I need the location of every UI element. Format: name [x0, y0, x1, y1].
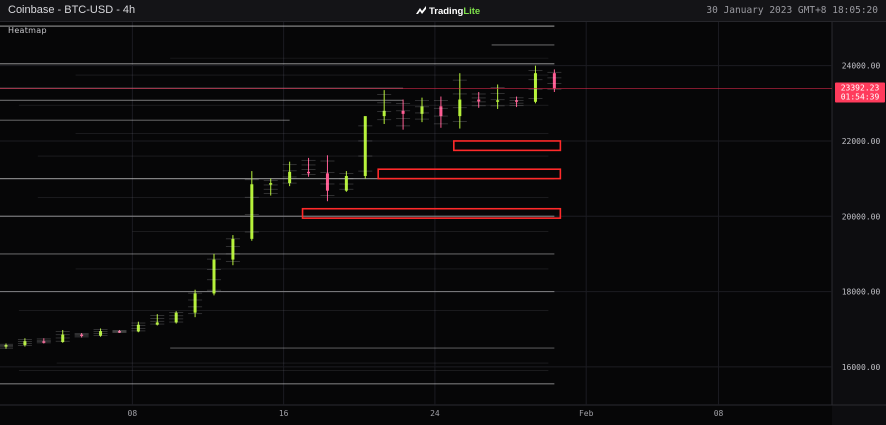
- candle-body: [363, 116, 367, 176]
- price-axis-tick: 22000.00: [842, 137, 881, 146]
- top-bar: Coinbase - BTC-USD - 4h TradingLite 30 J…: [0, 0, 886, 22]
- candle-body: [439, 106, 443, 117]
- chart-area[interactable]: 23392.23 01:54:39 24000.00 22000.00 20000.00…: [0, 22, 886, 425]
- candle-body: [193, 293, 197, 313]
- tradinglite-logo-icon: [416, 6, 426, 14]
- price-axis-tick: 20000.00: [842, 212, 881, 221]
- time-axis-tick: Feb: [579, 409, 594, 418]
- candle-body: [174, 312, 178, 323]
- candle-body: [401, 110, 405, 114]
- server-datetime: 30 January 2023 GMT+8 18:05:20: [706, 5, 878, 16]
- logo-text: TradingLite: [429, 6, 480, 17]
- price-axis-tick: 24000.00: [842, 62, 881, 71]
- price-axis-tick: 18000.00: [842, 288, 881, 297]
- current-price-label: 23392.23: [841, 84, 880, 93]
- candle-body: [212, 259, 216, 294]
- heatmap-panel-title[interactable]: Heatmap: [8, 26, 47, 35]
- candle-body: [382, 110, 386, 117]
- candle-body: [496, 100, 500, 102]
- time-axis-tick: 24: [430, 409, 440, 418]
- candle-body: [288, 171, 292, 184]
- symbol-title[interactable]: Coinbase - BTC-USD - 4h: [8, 4, 135, 16]
- logo-text-accent: Lite: [463, 5, 481, 17]
- time-axis-tick: 08: [714, 409, 724, 418]
- candle-body: [325, 173, 329, 191]
- tradinglite-logo: TradingLite: [416, 3, 480, 19]
- candle-body: [250, 184, 254, 239]
- candle-body: [155, 322, 159, 325]
- candle-body: [269, 183, 273, 185]
- time-axis-tick: 08: [128, 409, 138, 418]
- time-axis-tick: 16: [279, 409, 289, 418]
- price-axis-tick: 16000.00: [842, 363, 881, 372]
- candle-body: [307, 171, 311, 174]
- logo-text-main: Trading: [429, 5, 464, 17]
- heatmap-chart[interactable]: 23392.2301:54:39 24000.00 22000.00 20000.00…: [0, 22, 886, 425]
- candle-body: [533, 73, 537, 102]
- plot-background: [0, 22, 832, 425]
- price-countdown-label: 01:54:39: [841, 93, 880, 102]
- candle-body: [477, 99, 481, 102]
- candle-body: [231, 238, 235, 260]
- candle-body: [344, 175, 348, 191]
- candle-body: [552, 73, 556, 89]
